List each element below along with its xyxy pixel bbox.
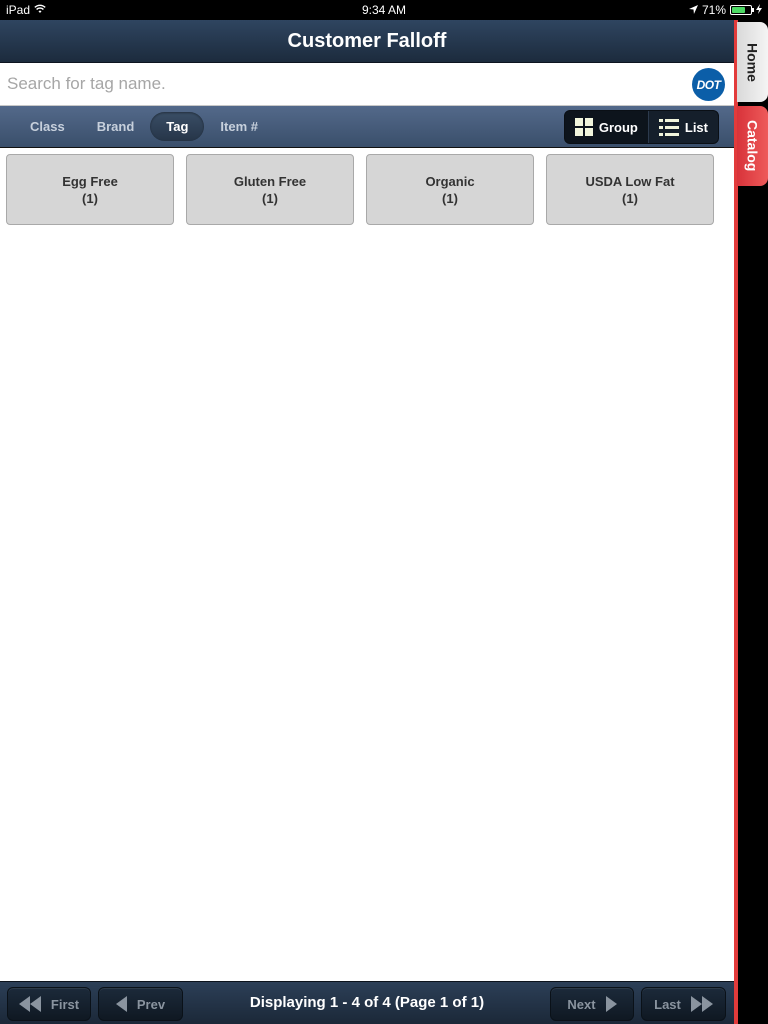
first-label: First [50,996,80,1012]
tag-tile[interactable]: Gluten Free (1) [186,154,354,225]
page-title: Customer Falloff [287,29,447,52]
tag-tile[interactable]: USDA Low Fat (1) [546,154,714,225]
tag-name: Egg Free [62,173,118,189]
tab-brand[interactable]: Brand [81,112,151,141]
tag-name: Organic [425,173,475,189]
title-bar: Customer Falloff [0,20,734,63]
last-label: Last [654,996,681,1012]
tag-count: (1) [262,190,278,206]
status-bar: iPad 9:34 AM 71% [0,0,768,20]
tab-tag[interactable]: Tag [150,112,205,141]
catalog-tab-label: Catalog [744,120,761,172]
tag-name: USDA Low Fat [585,173,675,189]
tab-class[interactable]: Class [14,112,81,141]
list-icon [658,118,679,136]
list-view-button[interactable]: List [647,111,718,143]
tab-item-number[interactable]: Item # [204,112,274,141]
battery-icon [730,5,754,15]
tag-count: (1) [442,190,458,206]
next-label: Next [567,996,596,1012]
double-left-arrow-icon [18,996,41,1012]
battery-percent: 71% [701,3,726,17]
next-page-button[interactable]: Next [550,987,634,1021]
prev-label: Prev [136,996,166,1012]
home-tab[interactable]: Home [737,22,768,102]
view-toggle: Group List [563,110,719,144]
clock: 9:34 AM [361,3,407,17]
tag-name: Gluten Free [233,173,307,189]
tag-tile[interactable]: Egg Free (1) [6,154,174,225]
first-page-button[interactable]: First [7,987,91,1021]
tag-count: (1) [82,190,98,206]
prev-page-button[interactable]: Prev [98,987,183,1021]
tag-count: (1) [622,190,638,206]
catalog-tab[interactable]: Catalog [737,106,768,186]
filter-bar: Class Brand Tag Item # Group List [0,106,734,148]
app-main: Customer Falloff DOT Class Brand Tag Ite… [0,20,734,1024]
dot-logo: DOT [692,68,725,101]
group-view-button[interactable]: Group [565,111,648,143]
search-bar: DOT [0,63,734,106]
home-tab-label: Home [744,42,761,82]
double-right-arrow-icon [690,996,713,1012]
right-arrow-icon [605,996,617,1012]
tag-grid: Egg Free (1) Gluten Free (1) Organic (1)… [0,148,734,231]
left-arrow-icon [115,996,127,1012]
tag-tile[interactable]: Organic (1) [366,154,534,225]
location-arrow-icon [688,3,698,17]
pagination-status: Displaying 1 - 4 of 4 (Page 1 of 1) [249,994,485,1011]
pagination-bar: First Prev Displaying 1 - 4 of 4 (Page 1… [0,981,734,1024]
search-input[interactable] [0,63,680,105]
last-page-button[interactable]: Last [641,987,726,1021]
side-tab-rail: Home Catalog [734,20,768,1024]
group-view-label: Group [598,119,638,135]
battery-fill [732,7,745,13]
charging-bolt-icon [756,3,762,17]
grid-icon [574,118,593,136]
list-view-label: List [684,119,708,135]
